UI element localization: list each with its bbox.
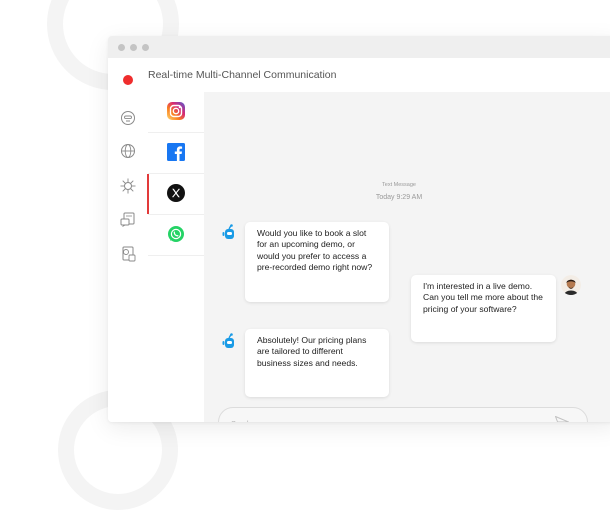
- channel-item-instagram[interactable]: [148, 92, 204, 133]
- channel-sidebar: [147, 92, 205, 422]
- message-input[interactable]: [229, 415, 533, 422]
- send-icon[interactable]: [554, 415, 570, 422]
- message-composer: [218, 407, 588, 422]
- channel-item-x[interactable]: [147, 174, 204, 215]
- app-window: Real-time Multi-Channel Communication Te…: [108, 36, 610, 422]
- whatsapp-icon: [168, 226, 184, 242]
- bot-message: Would you like to book a slot for an upc…: [245, 222, 389, 302]
- message-timestamp: Today 9:29 AM: [375, 194, 423, 201]
- bot-message: Absolutely! Our pricing plans are tailor…: [245, 329, 389, 397]
- virus-icon[interactable]: [118, 176, 138, 196]
- bot-avatar-icon: [222, 333, 234, 348]
- channel-item-whatsapp[interactable]: [148, 215, 204, 256]
- page-title: Real-time Multi-Channel Communication: [148, 69, 337, 81]
- chat-panel: Text Message Today 9:29 AM Would you lik…: [204, 92, 610, 422]
- window-control-dot[interactable]: [130, 43, 137, 51]
- user-message: I'm interested in a live demo. Can you t…: [411, 275, 556, 342]
- main-sidebar: [108, 75, 149, 422]
- instagram-icon: [167, 102, 185, 120]
- robot-face-icon[interactable]: [118, 108, 138, 128]
- app-header: Real-time Multi-Channel Communication: [108, 58, 610, 93]
- message-type-label: Text Message: [382, 182, 416, 188]
- globe-icon[interactable]: [118, 141, 138, 161]
- chat-document-icon[interactable]: [118, 210, 138, 230]
- gear-document-icon[interactable]: [118, 244, 138, 264]
- user-avatar: [561, 275, 581, 295]
- window-control-dot[interactable]: [118, 43, 125, 51]
- facebook-icon: [167, 143, 185, 161]
- window-control-dot[interactable]: [142, 43, 149, 51]
- channel-item-facebook[interactable]: [148, 133, 204, 174]
- x-icon: [167, 184, 185, 202]
- window-titlebar: [108, 36, 610, 58]
- bot-avatar-icon: [222, 224, 234, 239]
- record-indicator: [123, 75, 133, 85]
